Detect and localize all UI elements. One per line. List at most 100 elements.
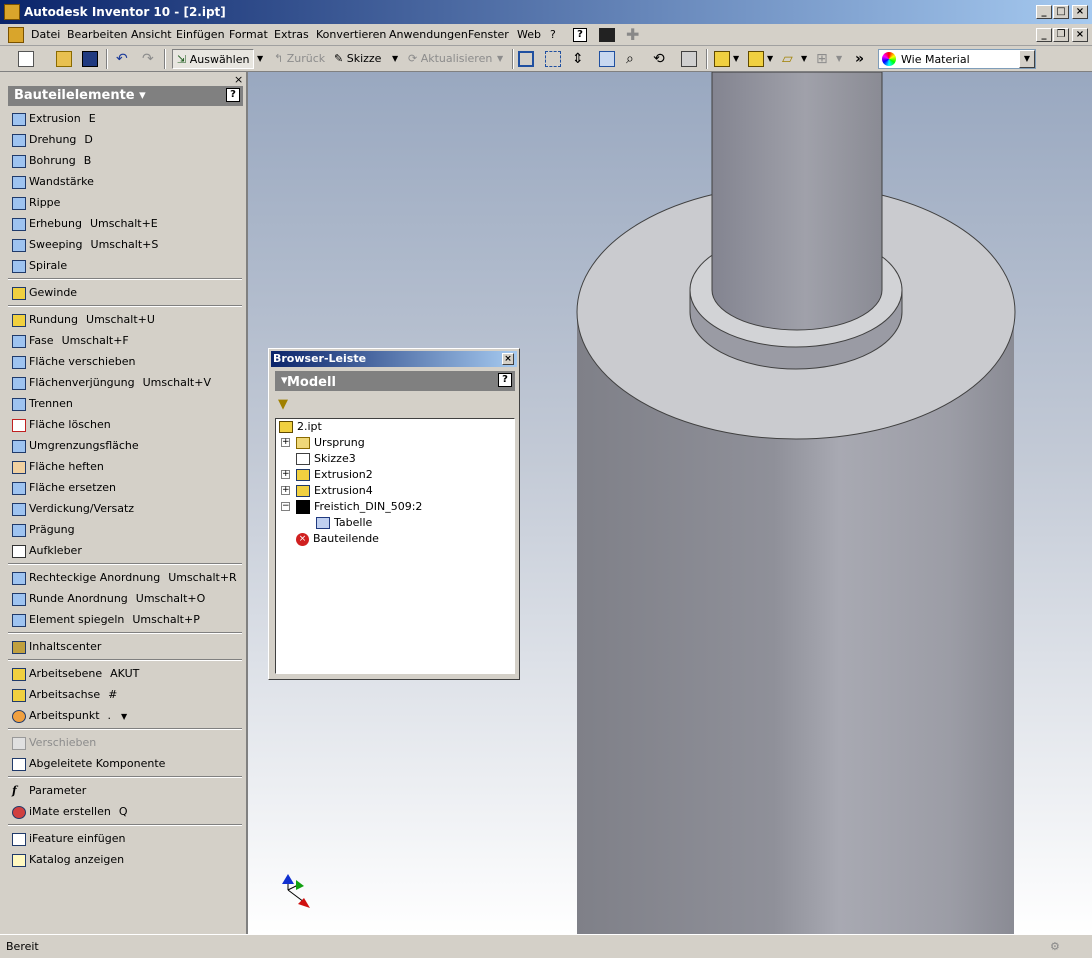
expand-toggle[interactable]: +: [281, 470, 290, 479]
menu-extras[interactable]: Extras: [274, 28, 309, 41]
menu-einfuegen[interactable]: Einfügen: [176, 28, 225, 41]
save-icon[interactable]: [82, 51, 98, 67]
panel-item-flaeche-ersetzen[interactable]: Fläche ersetzen: [12, 479, 116, 497]
zoom-all-icon[interactable]: [518, 51, 534, 67]
shadow-icon[interactable]: [748, 51, 764, 67]
document-icon[interactable]: [8, 27, 24, 43]
browser-mode-selector[interactable]: Modell ▾ ?: [275, 371, 515, 391]
plus-icon[interactable]: ✚: [626, 27, 639, 43]
zoom-glass-icon[interactable]: ⌕: [626, 49, 634, 69]
panel-item-flaeche-verschieben[interactable]: Fläche verschieben: [12, 353, 136, 371]
minimize-button[interactable]: _: [1036, 5, 1052, 19]
menu-bearbeiten[interactable]: Bearbeiten: [67, 28, 127, 41]
panel-item-spirale[interactable]: Spirale: [12, 257, 67, 275]
panel-item-rippe[interactable]: Rippe: [12, 194, 60, 212]
panel-item-drehung[interactable]: Drehung D: [12, 131, 93, 149]
panel-item-arbeitsebene[interactable]: Arbeitsebene AKUT: [12, 665, 139, 683]
close-button[interactable]: ×: [1072, 5, 1088, 19]
panel-item-arbeitsachse[interactable]: Arbeitsachse #: [12, 686, 117, 704]
panel-item-verdickung[interactable]: Verdickung/Versatz: [12, 500, 134, 518]
panel-item-praegung[interactable]: Prägung: [12, 521, 75, 539]
browser-title-bar[interactable]: Browser-Leiste ×: [271, 351, 517, 367]
panel-item-arbeitspunkt[interactable]: Arbeitspunkt. ▼: [12, 707, 127, 725]
tree-node-freistich[interactable]: Freistich_DIN_509:2: [296, 499, 422, 515]
panel-item-gewinde[interactable]: Gewinde: [12, 284, 77, 302]
section-dropdown-arrow[interactable]: ▼: [801, 49, 807, 69]
back-button[interactable]: ↰ Zurück: [274, 49, 325, 69]
doc-close-button[interactable]: ×: [1072, 28, 1088, 42]
tree-node-tabelle[interactable]: Tabelle: [316, 515, 372, 531]
panel-item-flaechenverjuengung[interactable]: Flächenverjüngung Umschalt+V: [12, 374, 211, 392]
panel-item-ifeature-einfuegen[interactable]: iFeature einfügen: [12, 830, 125, 848]
shadow-dropdown-arrow[interactable]: ▼: [767, 49, 773, 69]
rotate-icon[interactable]: ⟲: [653, 49, 665, 69]
material-dropdown-arrow[interactable]: ▼: [1019, 50, 1035, 68]
tree-node-extrusion2[interactable]: Extrusion2: [296, 467, 373, 483]
sketch-button[interactable]: ✎ Skizze: [334, 49, 381, 69]
work-point-dropdown-arrow[interactable]: ▼: [121, 712, 127, 721]
panel-item-inhaltscenter[interactable]: Inhaltscenter: [12, 638, 101, 656]
panel-item-flaeche-heften[interactable]: Fläche heften: [12, 458, 104, 476]
structure-dropdown-arrow[interactable]: ▼: [836, 49, 842, 69]
structure-icon[interactable]: ⊞: [816, 49, 828, 69]
material-combo[interactable]: Wie Material ▼: [878, 49, 1036, 69]
update-button[interactable]: ⟳ Aktualisieren: [408, 49, 492, 69]
panel-item-bohrung[interactable]: Bohrung B: [12, 152, 91, 170]
sketch-dropdown-arrow[interactable]: ▼: [392, 49, 398, 69]
pan-icon[interactable]: [599, 51, 615, 67]
panel-item-trennen[interactable]: Trennen: [12, 395, 73, 413]
table-icon[interactable]: [599, 28, 615, 42]
zoom-icon[interactable]: ⇕: [572, 49, 584, 69]
section-icon[interactable]: ▱: [782, 49, 793, 69]
browser-bar-window[interactable]: Browser-Leiste × Modell ▾ ? ▼ 2.ipt + Ur…: [268, 348, 520, 680]
tree-node-extrusion4[interactable]: Extrusion4: [296, 483, 373, 499]
menu-ansicht[interactable]: Ansicht: [131, 28, 172, 41]
display-mode-icon[interactable]: [714, 51, 730, 67]
panel-item-flaeche-loeschen[interactable]: Fläche löschen: [12, 416, 111, 434]
select-dropdown-arrow[interactable]: ▼: [257, 49, 263, 69]
panel-item-fase[interactable]: Fase Umschalt+F: [12, 332, 129, 350]
tree-node-ursprung[interactable]: Ursprung: [296, 435, 365, 451]
maximize-button[interactable]: □: [1053, 5, 1069, 19]
panel-item-rechteckige-anordnung[interactable]: Rechteckige Anordnung Umschalt+R: [12, 569, 237, 587]
redo-icon[interactable]: ↷: [142, 49, 154, 69]
panel-item-imate-erstellen[interactable]: iMate erstellen Q: [12, 803, 128, 821]
tree-node-skizze3[interactable]: Skizze3: [296, 451, 356, 467]
doc-minimize-button[interactable]: _: [1036, 28, 1052, 42]
panel-item-katalog-anzeigen[interactable]: Katalog anzeigen: [12, 851, 124, 869]
panel-item-sweeping[interactable]: Sweeping Umschalt+S: [12, 236, 158, 254]
browser-help-icon[interactable]: ?: [498, 373, 512, 387]
panel-item-extrusion[interactable]: Extrusion E: [12, 110, 96, 128]
panel-close-icon[interactable]: ×: [234, 73, 243, 86]
menu-anwendungen[interactable]: Anwendungen: [389, 28, 468, 41]
expand-toggle[interactable]: +: [281, 438, 290, 447]
doc-restore-button[interactable]: ❐: [1053, 28, 1069, 42]
panel-item-erhebung[interactable]: Erhebung Umschalt+E: [12, 215, 158, 233]
select-button[interactable]: ⇲ Auswählen: [172, 49, 254, 69]
panel-item-umgrenzungsflaeche[interactable]: Umgrenzungsfläche: [12, 437, 139, 455]
panel-help-icon[interactable]: ?: [226, 88, 240, 102]
panel-item-abgeleitete-komponente[interactable]: Abgeleitete Komponente: [12, 755, 165, 773]
look-at-icon[interactable]: [681, 51, 697, 67]
app-icon[interactable]: [4, 4, 20, 20]
panel-item-runde-anordnung[interactable]: Runde Anordnung Umschalt+O: [12, 590, 205, 608]
zoom-window-icon[interactable]: [545, 51, 561, 67]
undo-icon[interactable]: ↶: [116, 49, 128, 69]
update-dropdown-arrow[interactable]: ▼: [497, 49, 503, 69]
browser-close-button[interactable]: ×: [502, 353, 514, 365]
menu-format[interactable]: Format: [229, 28, 268, 41]
menu-konvertieren[interactable]: Konvertieren: [316, 28, 386, 41]
new-file-icon[interactable]: [18, 51, 34, 67]
display-dropdown-arrow[interactable]: ▼: [733, 49, 739, 69]
tree-node-root[interactable]: 2.ipt: [279, 419, 322, 435]
menu-datei[interactable]: Datei: [31, 28, 60, 41]
menu-help[interactable]: ?: [550, 28, 556, 41]
panel-item-verschieben[interactable]: Verschieben: [12, 734, 96, 752]
help-icon[interactable]: ?: [573, 28, 587, 42]
filter-icon[interactable]: ▼: [278, 397, 288, 412]
menu-web[interactable]: Web: [517, 28, 541, 41]
panel-item-rundung[interactable]: Rundung Umschalt+U: [12, 311, 155, 329]
forward-icon[interactable]: »: [855, 49, 864, 69]
menu-fenster[interactable]: Fenster: [468, 28, 509, 41]
open-folder-icon[interactable]: [56, 51, 72, 67]
